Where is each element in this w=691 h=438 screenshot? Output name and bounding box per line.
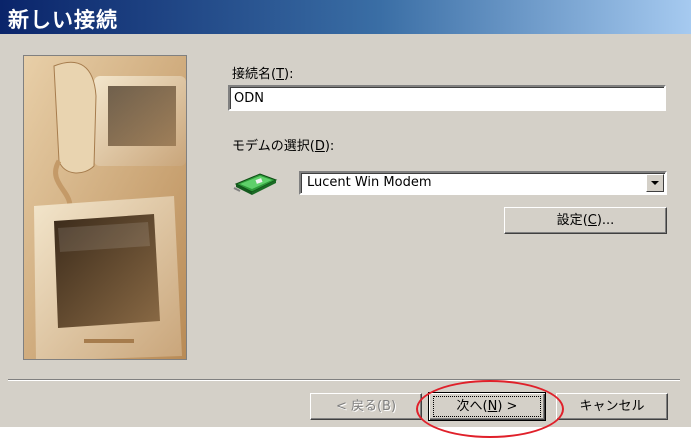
window-title: 新しい接続 bbox=[8, 8, 118, 32]
next-button[interactable]: 次へ(N) > bbox=[428, 392, 546, 421]
modem-select[interactable]: Lucent Win Modem bbox=[299, 171, 667, 195]
title-bar[interactable]: 新しい接続 bbox=[0, 0, 691, 34]
modem-select-label: モデムの選択(D): bbox=[232, 139, 335, 154]
configure-button[interactable]: 設定(C)... bbox=[504, 207, 667, 234]
computer-phone-illustration bbox=[24, 56, 186, 359]
modem-icon bbox=[233, 173, 278, 195]
back-button[interactable]: < 戻る(B) bbox=[310, 393, 422, 420]
footer-separator bbox=[8, 379, 680, 381]
dropdown-arrow-icon[interactable] bbox=[646, 174, 664, 192]
wizard-illustration bbox=[23, 55, 187, 360]
connection-name-input[interactable] bbox=[228, 85, 666, 111]
new-connection-dialog: 新しい接続 接続名(T): ODN モデムの選択(D): Lucent Win … bbox=[0, 0, 691, 438]
modem-select-value: Lucent Win Modem bbox=[307, 175, 432, 190]
cancel-button[interactable]: キャンセル bbox=[556, 393, 668, 420]
connection-name-label: 接続名(T): bbox=[232, 67, 294, 82]
